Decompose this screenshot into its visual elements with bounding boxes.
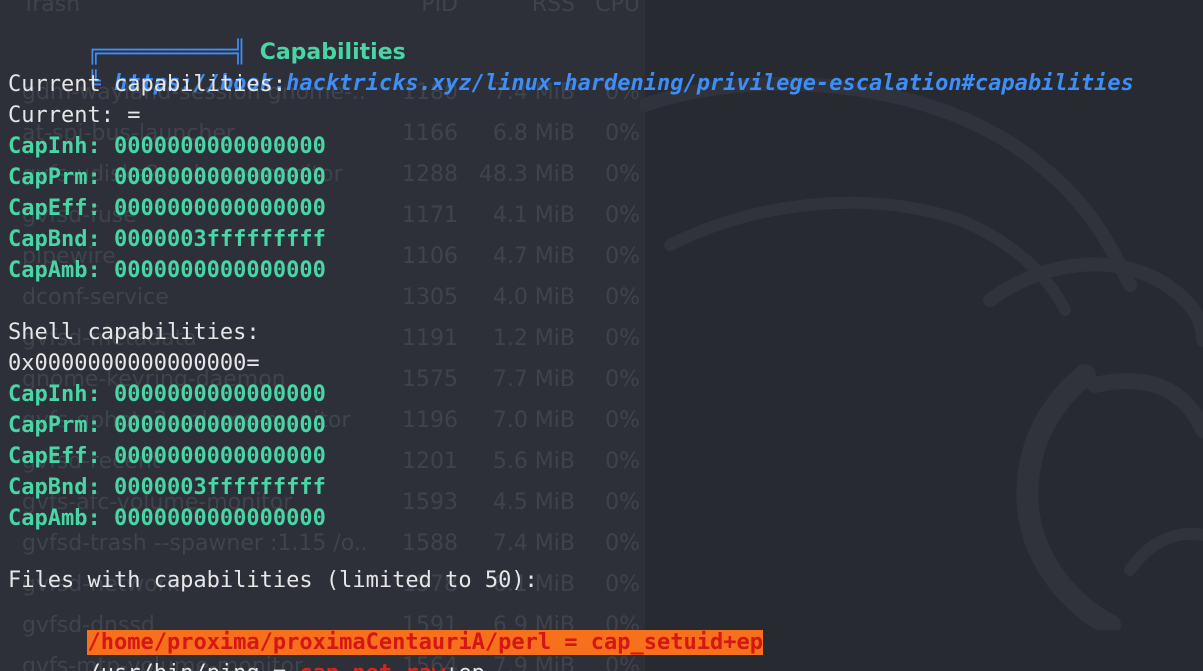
capability-label: CapEff: — [8, 444, 101, 469]
files-with-capabilities-header: Files with capabilities (limited to 50): — [8, 568, 538, 593]
shell-capabilities-line: 0x0000000000000000= — [8, 351, 260, 376]
capability-label: CapAmb: — [8, 258, 101, 283]
capability-value: 0000000000000000 — [113, 165, 326, 190]
capability-value: 0000000000000000 — [113, 506, 326, 531]
capability-value: 0000003fffffffff — [113, 227, 326, 252]
ping-path: /usr/bin/ping = — [87, 661, 299, 671]
capability-line: CapAmb: 0000000000000000 — [8, 255, 326, 286]
capability-value: 0000000000000000 — [113, 382, 326, 407]
shell-capabilities-header: Shell capabilities: — [8, 320, 260, 345]
current-capabilities-line: Current: = — [8, 103, 141, 128]
capability-label: CapPrm: — [8, 165, 101, 190]
capability-value: 0000000000000000 — [113, 258, 326, 283]
capability-label: CapBnd: — [8, 475, 101, 500]
ping-capability: cap_net_raw — [299, 661, 445, 671]
capability-line: CapInh: 0000000000000000 — [8, 379, 326, 410]
terminal-output: ╔══════════╣ Capabilities ╚ https://book… — [0, 0, 1203, 671]
section-header: ╔══════════╣ Capabilities — [8, 6, 405, 65]
file-entry-highlighted: /home/proxima/proximaCentauriA/perl = ca… — [8, 596, 763, 655]
capability-label: CapEff: — [8, 196, 101, 221]
file-entry: /usr/bin/ping = cap_net_raw+ep — [8, 627, 484, 671]
capability-label: CapAmb: — [8, 506, 101, 531]
capability-line: CapEff: 0000000000000000 — [8, 441, 326, 472]
capability-line: CapAmb: 0000000000000000 — [8, 503, 326, 534]
capability-line: CapInh: 0000000000000000 — [8, 131, 326, 162]
capability-label: CapBnd: — [8, 227, 101, 252]
capability-value: 0000000000000000 — [113, 196, 326, 221]
capability-label: CapInh: — [8, 134, 101, 159]
reference-link-line: ╚ https://book.hacktricks.xyz/linux-hard… — [8, 37, 1133, 96]
capability-line: CapBnd: 0000003fffffffff — [8, 472, 326, 503]
capability-line: CapBnd: 0000003fffffffff — [8, 224, 326, 255]
capability-line: CapPrm: 0000000000000000 — [8, 410, 326, 441]
capability-line: CapPrm: 0000000000000000 — [8, 162, 326, 193]
terminal-window: Trash PID RSS CPU gdm-wayland-session gn… — [0, 0, 1203, 671]
capability-label: CapInh: — [8, 382, 101, 407]
capability-value: 0000000000000000 — [113, 444, 326, 469]
capability-line: CapEff: 0000000000000000 — [8, 193, 326, 224]
current-capabilities-header: Current capabilities: — [8, 72, 287, 97]
capability-value: 0000000000000000 — [113, 413, 326, 438]
capability-value: 0000000000000000 — [113, 134, 326, 159]
capability-label: CapPrm: — [8, 413, 101, 438]
ping-capability-suffix: +ep — [445, 661, 485, 671]
capability-value: 0000003fffffffff — [113, 475, 326, 500]
